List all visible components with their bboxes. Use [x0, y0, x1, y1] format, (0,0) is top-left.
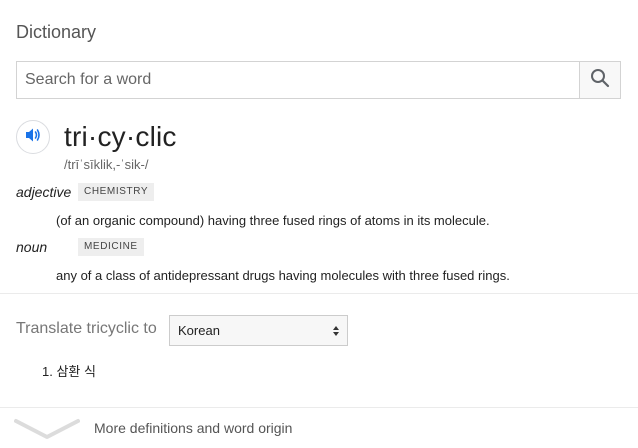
chevron-down-icon — [14, 418, 80, 445]
magnifier-icon — [590, 68, 610, 93]
definition: (of an organic compound) having three fu… — [56, 213, 490, 228]
part-of-speech: adjective — [16, 184, 72, 200]
phonetic-spelling: /trīˈsīklik,-ˈsik-/ — [64, 157, 149, 172]
headword: tri·cy·clic — [64, 121, 177, 152]
card-title: Dictionary — [16, 22, 97, 42]
more-definitions-link[interactable]: More definitions and word origin — [0, 408, 638, 448]
part-of-speech: noun — [16, 239, 48, 255]
more-definitions-label: More definitions and word origin — [94, 420, 293, 436]
search-button[interactable] — [579, 62, 620, 98]
select-arrows-icon — [333, 325, 339, 336]
translate-label: Translate tricyclic to — [16, 320, 157, 337]
search-box — [16, 61, 621, 99]
dictionary-card: Dictionary tri·cy·clic /trīˈsīklik,-ˈsik… — [0, 0, 638, 448]
translation-result: 1. 삼환 식 — [42, 364, 96, 379]
pronounce-audio-button[interactable] — [16, 120, 50, 154]
speaker-icon — [24, 126, 42, 149]
domain-tag: CHEMISTRY — [78, 183, 155, 201]
definition: any of a class of antidepressant drugs h… — [56, 268, 510, 283]
search-input[interactable] — [17, 62, 579, 98]
section-divider — [0, 293, 638, 294]
language-select[interactable]: Korean — [169, 315, 348, 346]
domain-tag: MEDICINE — [78, 238, 144, 256]
language-select-value: Korean — [178, 323, 220, 338]
